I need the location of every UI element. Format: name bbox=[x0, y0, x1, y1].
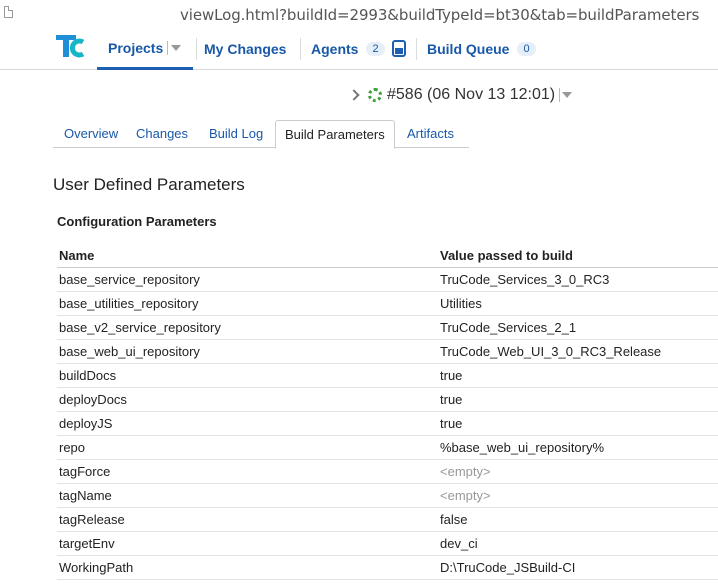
build-number: #586 (06 Nov 13 12:01) bbox=[387, 86, 556, 103]
param-value: <empty> bbox=[438, 459, 718, 484]
table-row: WorkingPath D:\TruCode_JSBuild-CI bbox=[57, 555, 718, 580]
param-value: D:\TruCode_JSBuild-CI bbox=[438, 555, 718, 580]
nav-my-changes[interactable]: My Changes bbox=[204, 28, 286, 69]
nav-divider bbox=[300, 38, 301, 60]
nav-divider bbox=[416, 38, 417, 60]
param-value: <empty> bbox=[438, 483, 718, 508]
tab-overview[interactable]: Overview bbox=[64, 120, 118, 148]
tab-build-log[interactable]: Build Log bbox=[209, 120, 263, 148]
build-dropdown-icon[interactable] bbox=[559, 88, 573, 102]
param-name: targetEnv bbox=[57, 531, 438, 556]
page-icon bbox=[4, 6, 13, 18]
param-value: true bbox=[438, 411, 718, 436]
build-success-icon bbox=[368, 88, 382, 102]
nav-agents[interactable]: Agents 2 bbox=[311, 28, 406, 69]
table-row: repo %base_web_ui_repository% bbox=[57, 435, 718, 460]
teamcity-logo-icon[interactable] bbox=[56, 33, 88, 61]
table-row: tagName <empty> bbox=[57, 483, 718, 508]
table-row: base_utilities_repository Utilities bbox=[57, 291, 718, 316]
build-header: #586 (06 Nov 13 12:01) bbox=[348, 85, 573, 105]
table-row: base_service_repository TruCode_Services_… bbox=[57, 267, 718, 292]
parameters-table: Name Value passed to build base_service_… bbox=[57, 245, 718, 580]
param-name: base_utilities_repository bbox=[57, 291, 438, 316]
tab-build-parameters[interactable]: Build Parameters bbox=[275, 120, 395, 149]
agents-count-badge: 2 bbox=[366, 41, 385, 56]
chevron-right-icon[interactable] bbox=[348, 89, 360, 101]
address-bar[interactable]: viewLog.html?buildId=2993&buildTypeId=bt… bbox=[0, 0, 718, 30]
table-row: targetEnv dev_ci bbox=[57, 531, 718, 556]
column-header-value: Value passed to build bbox=[438, 245, 718, 268]
param-value: %base_web_ui_repository% bbox=[438, 435, 718, 460]
nav-projects[interactable]: Projects bbox=[97, 28, 193, 70]
param-name: base_service_repository bbox=[57, 267, 438, 292]
section-title: User Defined Parameters bbox=[53, 175, 245, 194]
param-name: tagRelease bbox=[57, 507, 438, 532]
table-row: base_web_ui_repository TruCode_Web_UI_3_0… bbox=[57, 339, 718, 364]
param-value: true bbox=[438, 363, 718, 388]
build-queue-count-badge: 0 bbox=[517, 41, 536, 56]
param-name: repo bbox=[57, 435, 438, 460]
param-name: tagName bbox=[57, 483, 438, 508]
table-row: base_v2_service_repository TruCode_Servic… bbox=[57, 315, 718, 340]
param-name: WorkingPath bbox=[57, 555, 438, 580]
table-header-row: Name Value passed to build bbox=[57, 245, 718, 268]
param-value: TruCode_Services_2_1 bbox=[438, 315, 718, 340]
nav-projects-label[interactable]: Projects bbox=[108, 40, 163, 56]
param-value: dev_ci bbox=[438, 531, 718, 556]
build-tabs: Overview Changes Build Log Build Paramet… bbox=[53, 120, 469, 149]
param-value: Utilities bbox=[438, 291, 718, 316]
projects-dropdown-icon[interactable] bbox=[167, 40, 182, 55]
nav-divider bbox=[196, 38, 197, 60]
param-name: base_v2_service_repository bbox=[57, 315, 438, 340]
table-row: tagRelease false bbox=[57, 507, 718, 532]
nav-my-changes-label[interactable]: My Changes bbox=[204, 41, 286, 57]
table-row: tagForce <empty> bbox=[57, 459, 718, 484]
tab-artifacts[interactable]: Artifacts bbox=[407, 120, 454, 148]
nav-build-queue[interactable]: Build Queue 0 bbox=[427, 28, 536, 69]
agent-status-icon[interactable] bbox=[391, 40, 406, 57]
subsection-title: Configuration Parameters bbox=[57, 214, 217, 229]
top-navigation: Projects My Changes Agents 2 Build Queue… bbox=[0, 28, 718, 70]
param-name: deployDocs bbox=[57, 387, 438, 412]
table-row: deployJS true bbox=[57, 411, 718, 436]
param-value: TruCode_Web_UI_3_0_RC3_Release bbox=[438, 339, 718, 364]
param-name: buildDocs bbox=[57, 363, 438, 388]
param-value: false bbox=[438, 507, 718, 532]
param-name: base_web_ui_repository bbox=[57, 339, 438, 364]
nav-build-queue-label[interactable]: Build Queue bbox=[427, 41, 509, 57]
param-name: tagForce bbox=[57, 459, 438, 484]
table-row: deployDocs true bbox=[57, 387, 718, 412]
nav-agents-label[interactable]: Agents bbox=[311, 41, 358, 57]
address-url[interactable]: viewLog.html?buildId=2993&buildTypeId=bt… bbox=[180, 6, 699, 24]
column-header-name: Name bbox=[57, 245, 438, 268]
param-value: true bbox=[438, 387, 718, 412]
param-value: TruCode_Services_3_0_RC3 bbox=[438, 267, 718, 292]
param-name: deployJS bbox=[57, 411, 438, 436]
tab-changes[interactable]: Changes bbox=[136, 120, 188, 148]
table-row: buildDocs true bbox=[57, 363, 718, 388]
